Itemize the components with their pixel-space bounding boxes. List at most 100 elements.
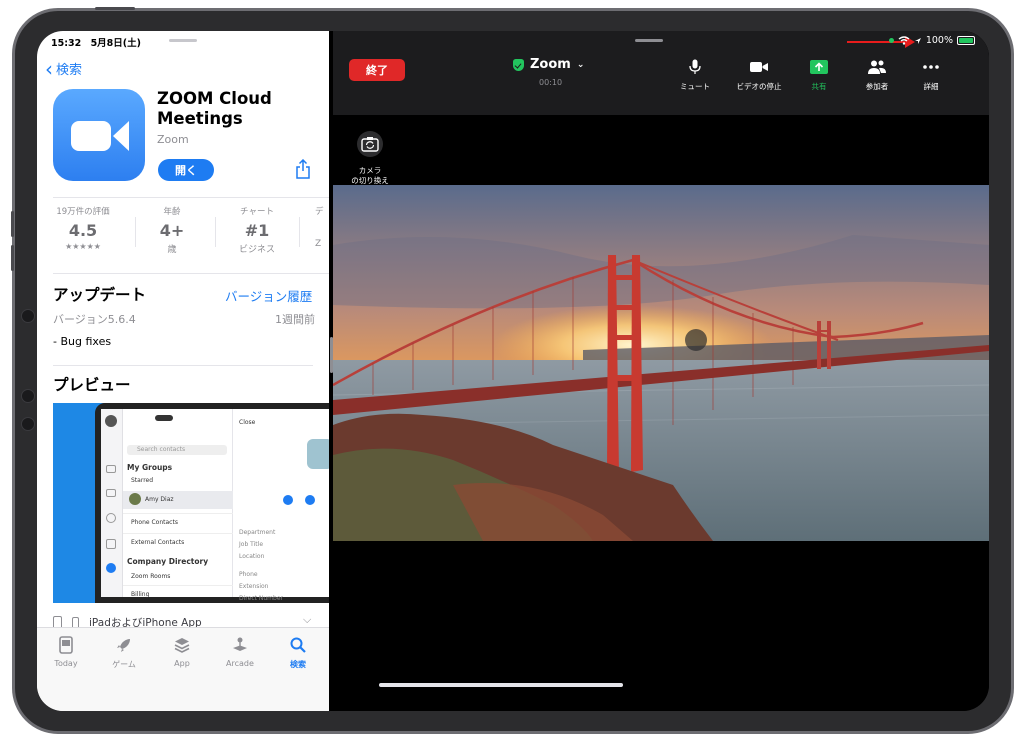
mock-extension: Extension xyxy=(239,583,269,590)
control-label: ミュート xyxy=(680,82,710,91)
open-button[interactable]: 開く xyxy=(158,159,214,181)
video-feed xyxy=(333,185,989,541)
sensor-dot xyxy=(21,389,35,403)
status-date: 5月8日(土) xyxy=(90,38,141,49)
multitask-grabber[interactable] xyxy=(635,39,663,42)
tab-apps[interactable]: App xyxy=(153,636,211,668)
release-notes: - Bug fixes xyxy=(53,335,112,348)
more-icon xyxy=(923,65,939,69)
zoom-toolbar: 100% 終了 Zoom ⌄ 00:10 ミュート ビデオの停止 共有 参加者 … xyxy=(333,31,989,115)
chevron-left-icon: ‹ xyxy=(45,56,53,81)
status-time: 15:32 xyxy=(51,38,82,49)
battery-icon xyxy=(957,36,975,45)
mock-company-directory: Company Directory xyxy=(127,557,209,566)
home-indicator[interactable] xyxy=(379,683,623,687)
stat-caption: 19万件の評価 xyxy=(56,207,110,217)
zoom-app-icon xyxy=(53,89,145,181)
developer-stat: デ Z xyxy=(315,205,329,249)
mock-department: Department xyxy=(239,529,276,536)
mock-job-title: Job Title xyxy=(239,541,264,548)
sensor-dot xyxy=(21,309,35,323)
updated-ago: 1週間前 xyxy=(275,313,315,326)
mock-sidebar xyxy=(101,409,123,597)
stat-value: 4+ xyxy=(159,221,185,240)
stat-caption: 年齢 xyxy=(163,207,181,217)
developer-name[interactable]: Zoom xyxy=(157,133,189,146)
stat-sub: Z xyxy=(315,239,322,249)
camera-switch-label: カメラ の切り換え xyxy=(351,166,389,185)
control-label: ビデオの停止 xyxy=(736,82,782,91)
divider xyxy=(215,217,216,247)
stat-sub: ビジネス xyxy=(238,245,275,255)
stat-value: 4.5 xyxy=(68,221,98,240)
screen: 15:32 5月8日(土) ‹ 検索 ZOOM Cloud Meetings Z… xyxy=(37,31,989,711)
end-meeting-button[interactable]: 終了 xyxy=(349,59,405,81)
tab-today[interactable]: Today xyxy=(37,636,95,668)
top-button xyxy=(95,7,135,10)
participants-icon xyxy=(868,60,886,74)
mock-zoom-rooms: Zoom Rooms xyxy=(131,573,171,580)
mock-my-groups: My Groups xyxy=(127,463,173,472)
mock-starred: Starred xyxy=(131,477,154,484)
divider xyxy=(299,217,300,247)
chart-stat: チャート #1 ビジネス xyxy=(227,205,287,255)
layers-icon xyxy=(174,638,190,653)
version-label: バージョン5.6.4 xyxy=(53,313,136,326)
mock-phone: Phone xyxy=(239,571,258,578)
more-button[interactable]: 詳細 xyxy=(901,59,961,92)
tab-label: Today xyxy=(54,659,78,668)
zoom-meeting-pane: 100% 終了 Zoom ⌄ 00:10 ミュート ビデオの停止 共有 参加者 … xyxy=(333,31,989,711)
sensor-dot xyxy=(21,417,35,431)
chevron-down-icon[interactable]: ⌵ xyxy=(303,613,311,627)
back-label: 検索 xyxy=(56,63,83,78)
mock-phone-contacts: Phone Contacts xyxy=(131,519,178,526)
arcade-icon xyxy=(233,637,247,651)
stat-value: #1 xyxy=(244,221,270,240)
preview-title: プレビュー xyxy=(53,376,131,394)
update-title: アップデート xyxy=(53,286,147,304)
switch-camera-button[interactable]: カメラ の切り換え xyxy=(351,131,389,186)
mock-search-placeholder: Search contacts xyxy=(137,446,186,453)
status-bar: 15:32 5月8日(土) xyxy=(51,35,141,49)
mock-contact: Amy Diaz xyxy=(145,496,174,503)
meeting-timer: 00:10 xyxy=(539,78,563,87)
tab-search[interactable]: 検索 xyxy=(269,636,327,670)
share-icon[interactable] xyxy=(295,159,311,179)
preview-screenshot[interactable]: Search contacts My Groups Starred Amy Di… xyxy=(53,403,329,603)
location-icon xyxy=(914,37,921,44)
divider xyxy=(53,273,329,274)
app-name: ZOOM Cloud Meetings xyxy=(157,89,272,128)
divider xyxy=(135,217,136,247)
camera-switch-icon xyxy=(357,131,383,157)
mute-button[interactable]: ミュート xyxy=(665,59,725,92)
meeting-title-button[interactable]: Zoom ⌄ xyxy=(513,57,584,72)
battery-percent: 100% xyxy=(925,35,953,46)
preview-device-mockup: Search contacts My Groups Starred Amy Di… xyxy=(95,403,329,603)
stat-caption: チャート xyxy=(240,207,274,217)
control-label: 参加者 xyxy=(865,82,889,91)
golden-gate-bridge-image xyxy=(333,185,989,541)
divider xyxy=(53,365,313,366)
tab-games[interactable]: ゲーム xyxy=(95,636,153,670)
participants-button[interactable]: 参加者 xyxy=(847,59,907,92)
stop-video-button[interactable]: ビデオの停止 xyxy=(729,59,789,92)
control-label: 詳細 xyxy=(923,82,939,91)
tab-label: ゲーム xyxy=(112,660,136,669)
tab-bar: Today ゲーム App Arcade 検索 xyxy=(37,627,329,711)
star-rating: ★★★★★ xyxy=(65,242,101,251)
tab-arcade[interactable]: Arcade xyxy=(211,636,269,668)
volume-down-button xyxy=(11,245,14,271)
camera-in-use-indicator xyxy=(888,38,894,43)
app-store-pane: 15:32 5月8日(土) ‹ 検索 ZOOM Cloud Meetings Z… xyxy=(37,31,329,711)
version-history-link[interactable]: バージョン履歴 xyxy=(225,286,312,305)
multitask-grabber[interactable] xyxy=(169,39,197,42)
wifi-icon xyxy=(898,36,910,45)
share-screen-button[interactable]: 共有 xyxy=(789,59,849,92)
tab-label: 検索 xyxy=(290,660,306,669)
mock-header: Close xyxy=(239,419,256,426)
video-camera-icon xyxy=(750,62,768,72)
tab-label: Arcade xyxy=(226,659,254,668)
back-button[interactable]: ‹ 検索 xyxy=(45,56,83,81)
shield-check-icon xyxy=(513,58,524,71)
control-label: 共有 xyxy=(811,82,827,91)
